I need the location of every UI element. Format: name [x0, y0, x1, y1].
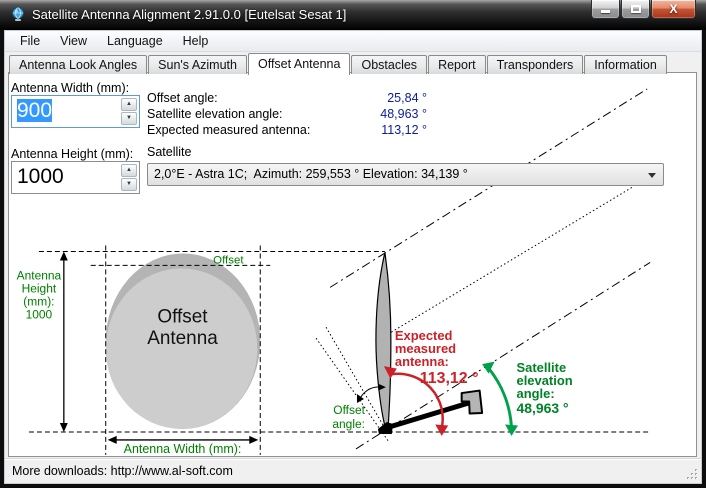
titlebar[interactable]: Satellite Antenna Alignment 2.91.0.0 [Eu… [0, 0, 706, 30]
offset-angle-readout-label: Offset angle: [147, 91, 218, 105]
form-layer: Antenna Width (mm): 900 ▲ ▼ Antenna Heig… [9, 73, 696, 456]
tabstrip: Antenna Look Angles Sun's Azimuth Offset… [5, 53, 701, 74]
maximize-icon [631, 5, 641, 13]
spin-up-icon[interactable]: ▲ [121, 164, 137, 177]
antenna-height-label: Antenna Height (mm): [11, 147, 133, 161]
tab-antenna-look-angles[interactable]: Antenna Look Angles [9, 55, 147, 74]
minimize-icon [601, 10, 610, 13]
menu-file[interactable]: File [10, 32, 50, 50]
globe-icon [10, 7, 26, 23]
menubar: File View Language Help [5, 31, 701, 52]
chevron-down-icon [648, 173, 656, 182]
window-controls: X [590, 0, 696, 19]
tab-transponders[interactable]: Transponders [487, 55, 584, 74]
maximize-button[interactable] [621, 0, 650, 19]
resize-grip[interactable] [686, 468, 699, 481]
close-button[interactable]: X [651, 0, 696, 19]
elevation-readout-value: 48,963 ° [331, 107, 427, 121]
tab-offset-antenna[interactable]: Offset Antenna [248, 53, 350, 75]
offset-angle-readout-value: 25,84 ° [331, 91, 427, 105]
tab-report[interactable]: Report [428, 55, 486, 74]
antenna-width-input[interactable]: 900 ▲ ▼ [11, 95, 140, 128]
elevation-readout-label: Satellite elevation angle: [147, 107, 283, 121]
window-title: Satellite Antenna Alignment 2.91.0.0 [Eu… [32, 7, 346, 22]
antenna-width-spinner: ▲ ▼ [121, 98, 137, 126]
tab-information[interactable]: Information [584, 55, 667, 74]
menu-view[interactable]: View [50, 32, 97, 50]
tab-suns-azimuth[interactable]: Sun's Azimuth [148, 55, 247, 74]
antenna-height-input[interactable]: 1000 ▲ ▼ [11, 161, 140, 194]
satellite-label: Satellite [147, 145, 191, 159]
antenna-height-spinner: ▲ ▼ [121, 164, 137, 192]
expected-readout-label: Expected measured antenna: [147, 123, 310, 137]
spin-down-icon[interactable]: ▼ [121, 112, 137, 125]
offset-antenna-page: Antenna Height (mm): 1000 Antenna Width … [8, 72, 697, 457]
satellite-select[interactable]: 2,0°E - Astra 1C; Azimuth: 259,553 ° Ele… [147, 163, 664, 186]
statusbar: More downloads: http://www.al-soft.com [5, 458, 701, 483]
menu-language[interactable]: Language [97, 32, 173, 50]
antenna-height-value: 1000 [17, 165, 64, 189]
antenna-width-label: Antenna Width (mm): [11, 81, 129, 95]
spin-up-icon[interactable]: ▲ [121, 98, 137, 111]
close-icon: X [669, 3, 677, 15]
window-body: File View Language Help Antenna Look Ang… [4, 30, 702, 484]
satellite-selected-value: 2,0°E - Astra 1C; Azimuth: 259,553 ° Ele… [148, 164, 663, 181]
minimize-button[interactable] [591, 0, 620, 19]
app-window: Satellite Antenna Alignment 2.91.0.0 [Eu… [0, 0, 706, 488]
tab-obstacles[interactable]: Obstacles [351, 55, 427, 74]
antenna-width-value: 900 [17, 99, 52, 122]
status-text: More downloads: http://www.al-soft.com [12, 464, 233, 478]
menu-help[interactable]: Help [173, 32, 219, 50]
expected-readout-value: 113,12 ° [331, 123, 427, 137]
spin-down-icon[interactable]: ▼ [121, 178, 137, 191]
